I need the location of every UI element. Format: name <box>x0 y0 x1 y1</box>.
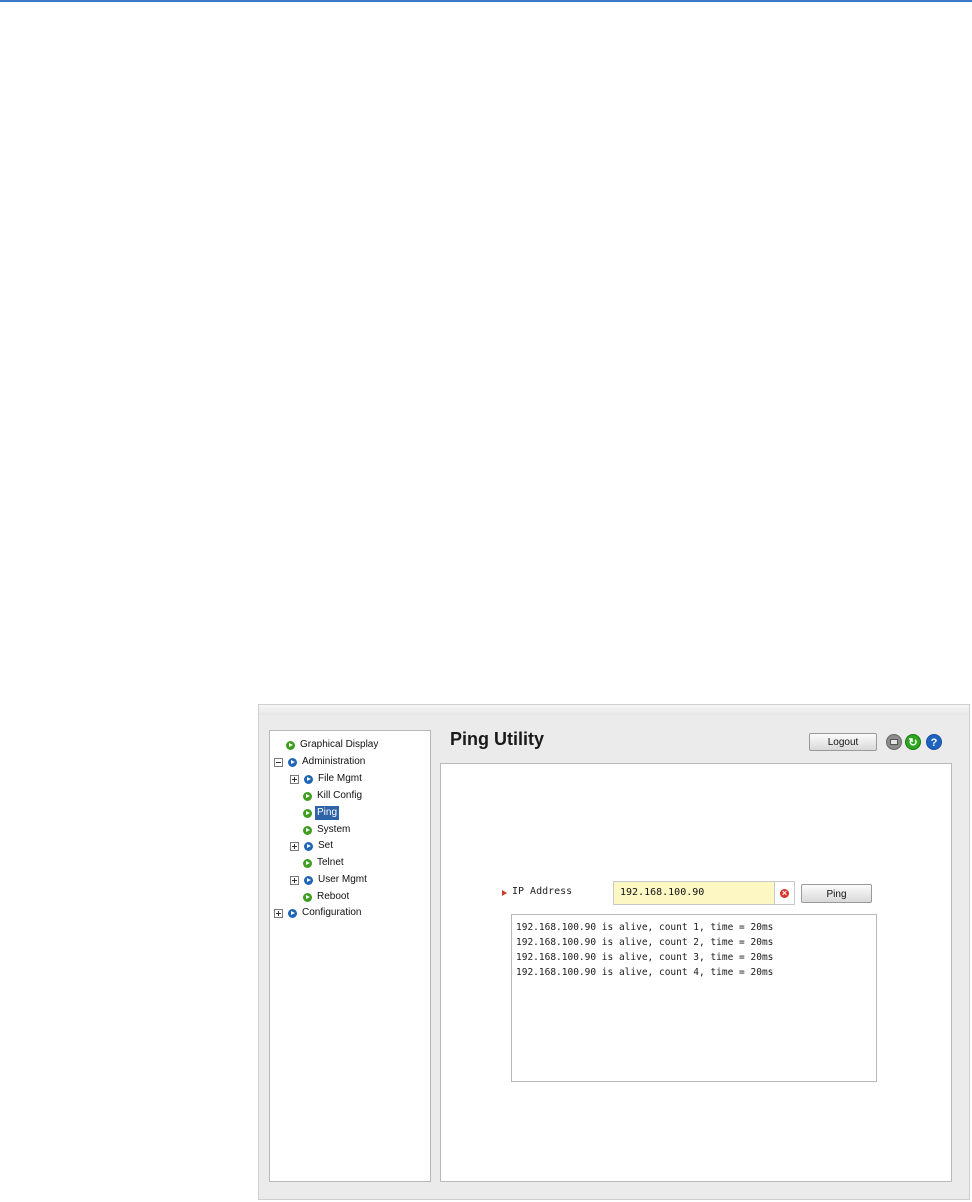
tree-item-kill-config[interactable]: Kill Config <box>303 789 364 803</box>
bullet-icon <box>288 757 297 767</box>
tree-item-label: Telnet <box>317 857 344 868</box>
output-line: 192.168.100.90 is alive, count 3, time =… <box>516 952 774 963</box>
tree-item-user-mgmt[interactable]: User Mgmt <box>290 873 369 887</box>
bullet-icon <box>303 858 312 868</box>
app-window: Graphical Display Administration File Mg… <box>258 704 970 1200</box>
tree-item-ping[interactable]: Ping <box>303 806 340 820</box>
page-title: Ping Utility <box>450 729 544 749</box>
tree-item-label: Set <box>318 840 334 851</box>
bullet-icon <box>303 808 312 818</box>
tree-item-label: Configuration <box>302 907 362 918</box>
tree-item-administration[interactable]: Administration <box>274 755 367 769</box>
bullet-icon <box>303 825 312 835</box>
output-line: 192.168.100.90 is alive, count 1, time =… <box>516 922 774 933</box>
expand-icon[interactable] <box>274 908 283 918</box>
tree-item-label: Reboot <box>317 891 350 902</box>
tree-item-set[interactable]: Set <box>290 839 335 853</box>
ip-address-input[interactable]: 192.168.100.90 <box>613 881 775 905</box>
help-icon[interactable]: ? <box>926 734 942 750</box>
tree-item-label: Administration <box>302 756 366 767</box>
tree-item-system[interactable]: System <box>303 823 352 837</box>
tree-item-configuration[interactable]: Configuration <box>274 906 363 920</box>
refresh-icon[interactable]: ↻ <box>905 734 921 750</box>
tree-item-label: Graphical Display <box>300 739 379 750</box>
output-line: 192.168.100.90 is alive, count 2, time =… <box>516 937 774 948</box>
tree-item-label: User Mgmt <box>318 874 367 885</box>
expand-icon[interactable] <box>290 774 299 784</box>
required-marker-icon <box>502 890 507 896</box>
logout-button[interactable]: Logout <box>809 733 877 751</box>
bullet-icon <box>303 791 312 801</box>
bullet-icon <box>304 875 313 885</box>
bullet-icon <box>303 892 312 902</box>
bullet-icon <box>304 841 313 851</box>
tree-item-label: File Mgmt <box>318 773 362 784</box>
bullet-icon <box>288 908 297 918</box>
top-rule <box>0 0 972 2</box>
tree-item-reboot[interactable]: Reboot <box>303 890 351 904</box>
collapse-icon[interactable] <box>274 757 283 767</box>
expand-icon[interactable] <box>290 841 299 851</box>
ping-output[interactable]: 192.168.100.90 is alive, count 1, time =… <box>511 914 877 1082</box>
output-line: 192.168.100.90 is alive, count 4, time =… <box>516 967 774 978</box>
expand-icon[interactable] <box>290 875 299 885</box>
tree-item-telnet[interactable]: Telnet <box>303 856 346 870</box>
bullet-icon <box>304 774 313 784</box>
tree-item-label: System <box>317 824 351 835</box>
tree-item-label: Ping <box>315 806 340 820</box>
tree-item-label: Kill Config <box>317 790 363 801</box>
ping-button[interactable]: Ping <box>801 884 872 903</box>
navigation-tree: Graphical Display Administration File Mg… <box>269 730 431 1182</box>
bullet-icon <box>286 740 295 750</box>
tree-item-file-mgmt[interactable]: File Mgmt <box>290 772 364 786</box>
ip-address-label: IP Address <box>512 886 573 897</box>
clear-input-icon[interactable] <box>775 881 795 905</box>
print-icon[interactable] <box>886 734 902 750</box>
main-content: IP Address 192.168.100.90 Ping 192.168.1… <box>440 763 952 1182</box>
tree-item-graphical-display[interactable]: Graphical Display <box>286 738 380 752</box>
